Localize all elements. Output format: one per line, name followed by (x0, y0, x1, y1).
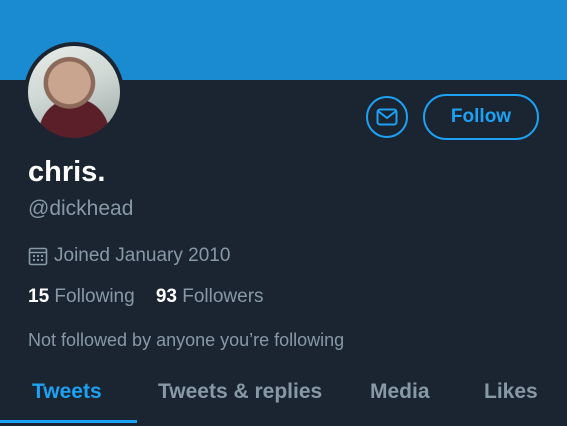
followers-count: 93 (155, 286, 177, 307)
tab-tweets-replies[interactable]: Tweets & replies (158, 380, 322, 404)
tab-media[interactable]: Media (370, 380, 430, 404)
envelope-icon (376, 108, 398, 126)
following-count: 15 (28, 286, 50, 307)
profile-name: chris. (28, 156, 106, 188)
message-button[interactable] (366, 96, 408, 138)
follow-button[interactable]: Follow (423, 94, 539, 140)
following-link[interactable]: 15 Following (28, 286, 140, 307)
not-followed-text: Not followed by anyone you’re following (28, 330, 345, 350)
profile-handle: @dickhead (28, 197, 134, 220)
profile-tabs: Tweets Tweets & replies Media Likes (0, 370, 567, 426)
tab-likes[interactable]: Likes (484, 380, 538, 404)
following-label: Following (54, 286, 135, 307)
joined-text: Joined January 2010 (54, 245, 231, 266)
followers-link[interactable]: 93 Followers (156, 286, 264, 307)
active-tab-indicator (0, 420, 137, 423)
followers-label: Followers (182, 286, 264, 307)
follow-counts: 15 Following 93 Followers (28, 286, 264, 308)
joined-date: Joined January 2010 (28, 245, 230, 267)
calendar-icon (28, 247, 48, 266)
avatar[interactable] (24, 42, 124, 142)
tab-tweets[interactable]: Tweets (32, 380, 102, 404)
